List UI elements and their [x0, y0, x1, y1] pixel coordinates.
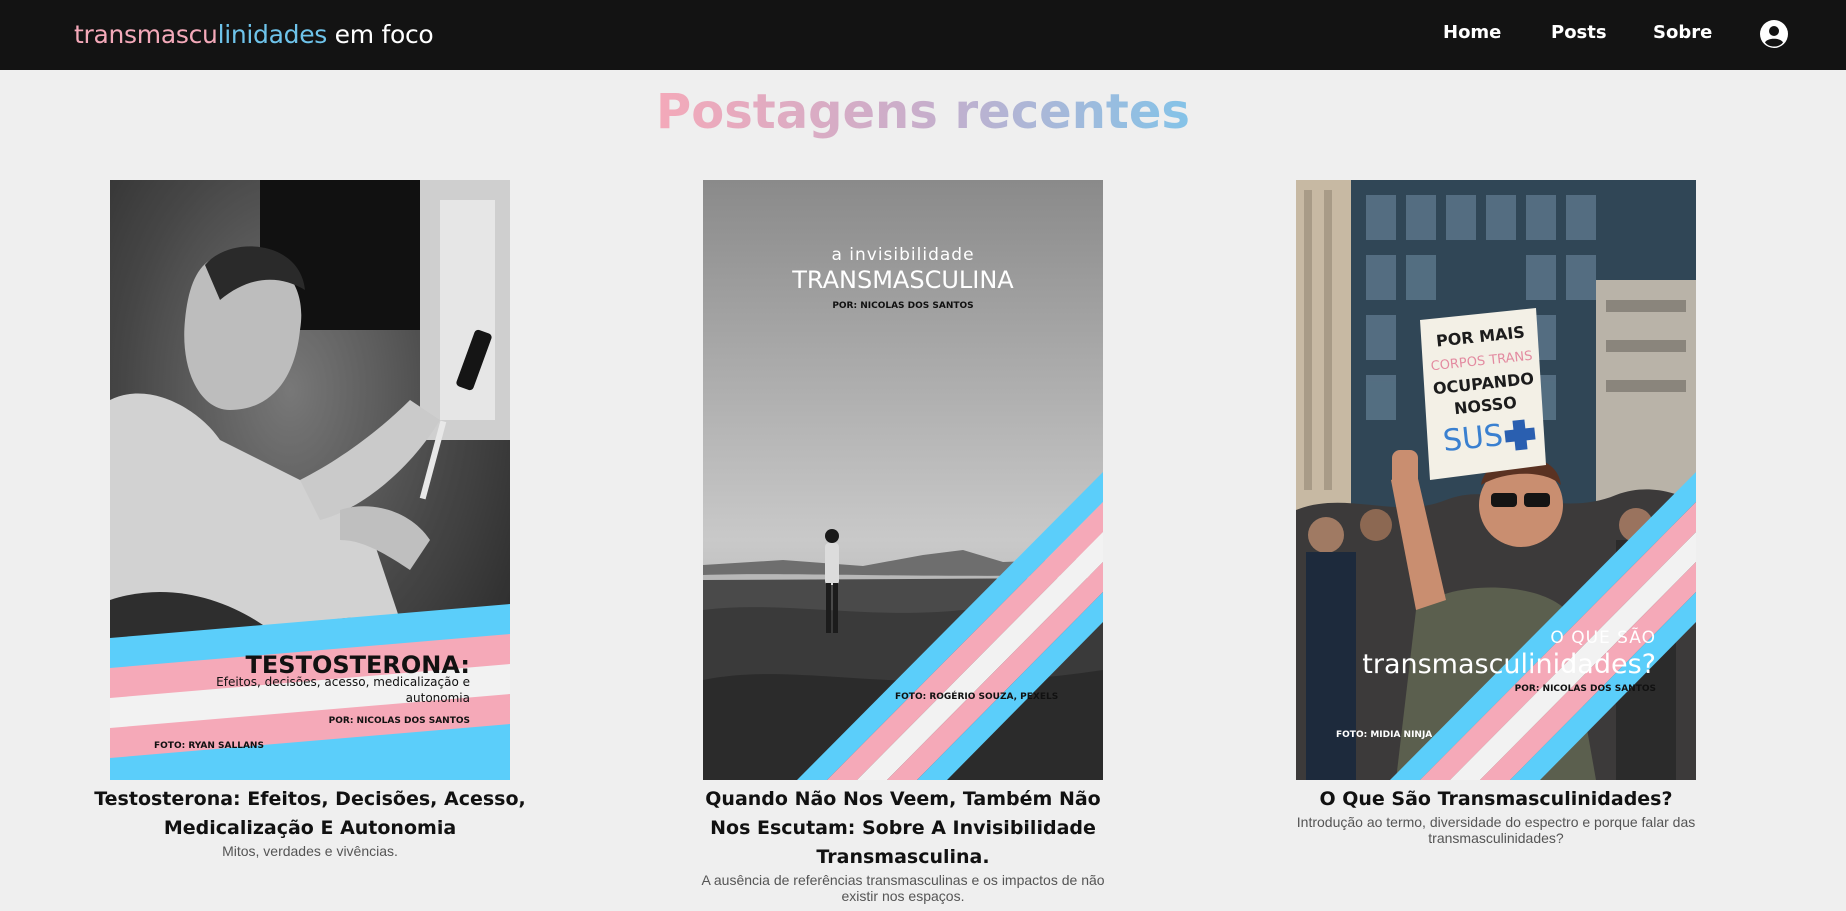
post-cover-o-que-sao[interactable]: POR MAIS CORPOS TRANS OCUPANDO NOSSO SUS…: [1296, 180, 1696, 780]
post-description: Introdução ao termo, diversidade do espe…: [1296, 814, 1696, 846]
cover-author: POR: NICOLAS DOS SANTOS: [832, 301, 973, 311]
post-cover-testosterona[interactable]: TESTOSTERONA: Efeitos, decisões, acesso,…: [110, 180, 510, 780]
brand-part-white: em foco: [327, 20, 434, 49]
nav-sobre-link[interactable]: Sobre: [1653, 20, 1712, 46]
cover-heading: TRANSMASCULINA: [791, 266, 1014, 294]
cover-subtitle: autonomia: [406, 691, 470, 705]
cover-heading: transmasculinidades?: [1362, 649, 1656, 680]
nav-posts-link[interactable]: Posts: [1551, 20, 1607, 46]
post-title[interactable]: Quando Não Nos Veem, Também Não Nos Escu…: [683, 785, 1123, 872]
post-description: Mitos, verdades e vivências.: [222, 843, 398, 859]
cover-author: POR: NICOLAS DOS SANTOS: [329, 716, 470, 726]
cover-photo-credit: FOTO: MIDIA NINJA: [1336, 730, 1432, 740]
cover-kicker: a invisibilidade: [831, 245, 974, 265]
cover-author: POR: NICOLAS DOS SANTOS: [1515, 684, 1656, 694]
site-logo[interactable]: transmasculinidades em foco: [74, 18, 434, 52]
nav-home-link[interactable]: Home: [1443, 20, 1501, 46]
user-circle-icon[interactable]: [1760, 20, 1788, 48]
post-description: A ausência de referências transmasculina…: [701, 872, 1105, 904]
cover-photo-credit: FOTO: ROGÉRIO SOUZA, PEXELS: [895, 690, 1058, 702]
page-title: Postagens recentes: [656, 84, 1190, 140]
post-title[interactable]: Testosterona: Efeitos, Decisões, Acesso,…: [90, 785, 530, 843]
post-title[interactable]: O Que São Transmasculinidades?: [1276, 785, 1716, 814]
cover-photo-credit: FOTO: RYAN SALLANS: [154, 741, 264, 751]
cover-kicker: O QUE SÃO: [1550, 626, 1656, 648]
brand-part-blue: linidades: [217, 20, 328, 49]
post-cover-invisibilidade[interactable]: a invisibilidade TRANSMASCULINA POR: NIC…: [703, 180, 1103, 780]
sign-text: SUS: [1441, 418, 1504, 459]
cover-subtitle: Efeitos, decisões, acesso, medicalização…: [216, 675, 470, 689]
top-navbar: transmasculinidades em foco Home Posts S…: [0, 0, 1846, 70]
brand-part-pink: transmascu: [74, 20, 218, 49]
